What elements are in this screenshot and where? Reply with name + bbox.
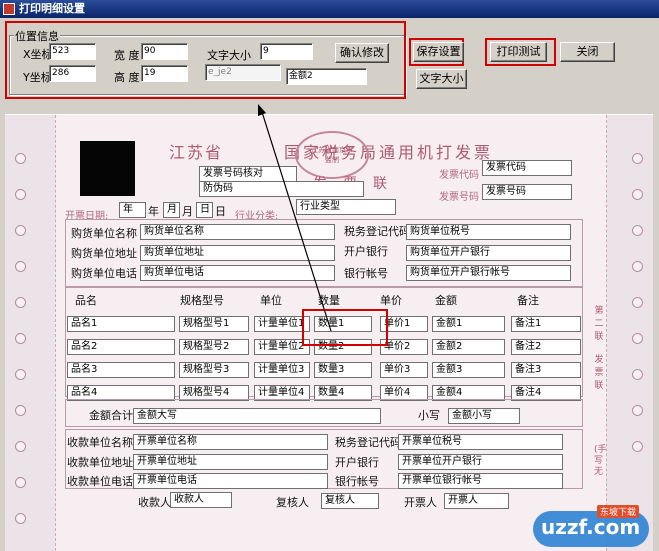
annotation-arrow	[258, 104, 332, 332]
